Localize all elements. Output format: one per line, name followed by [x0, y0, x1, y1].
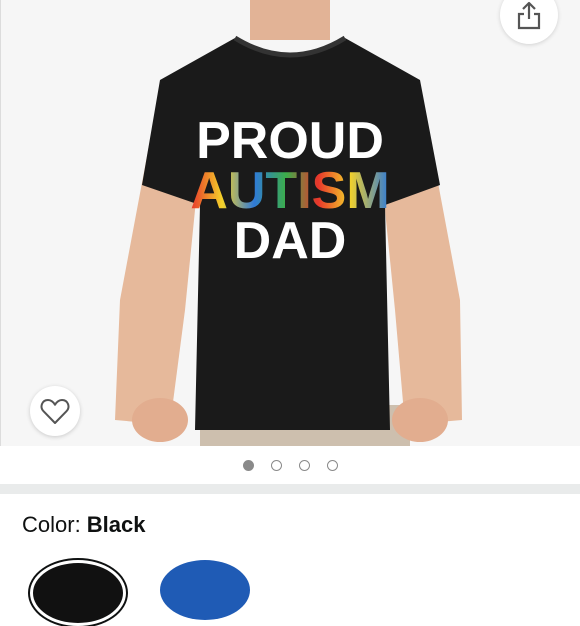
section-divider: [0, 484, 580, 494]
swatch-blue[interactable]: [160, 560, 250, 620]
right-hand: [392, 398, 448, 442]
swatch-black[interactable]: [30, 560, 126, 626]
shirt-text-dad: DAD: [234, 212, 347, 270]
product-image[interactable]: PROUD AUTISM DAD: [0, 0, 580, 446]
share-icon: [517, 1, 541, 30]
wishlist-button[interactable]: [30, 386, 80, 436]
neck: [250, 0, 330, 40]
left-hand: [132, 398, 188, 442]
color-label: Color:: [22, 512, 87, 537]
color-value: Black: [86, 512, 146, 537]
color-variation-label: Color: Black: [22, 512, 146, 538]
carousel-indicator: [0, 446, 580, 484]
image-edge: [0, 0, 1, 446]
carousel-dot-4[interactable]: [326, 459, 338, 471]
carousel-dot-2[interactable]: [270, 459, 282, 471]
product-photo: PROUD AUTISM DAD: [115, 0, 462, 446]
carousel-dot-1[interactable]: [242, 459, 254, 471]
heart-icon: [40, 399, 70, 424]
carousel-dot-3[interactable]: [298, 459, 310, 471]
